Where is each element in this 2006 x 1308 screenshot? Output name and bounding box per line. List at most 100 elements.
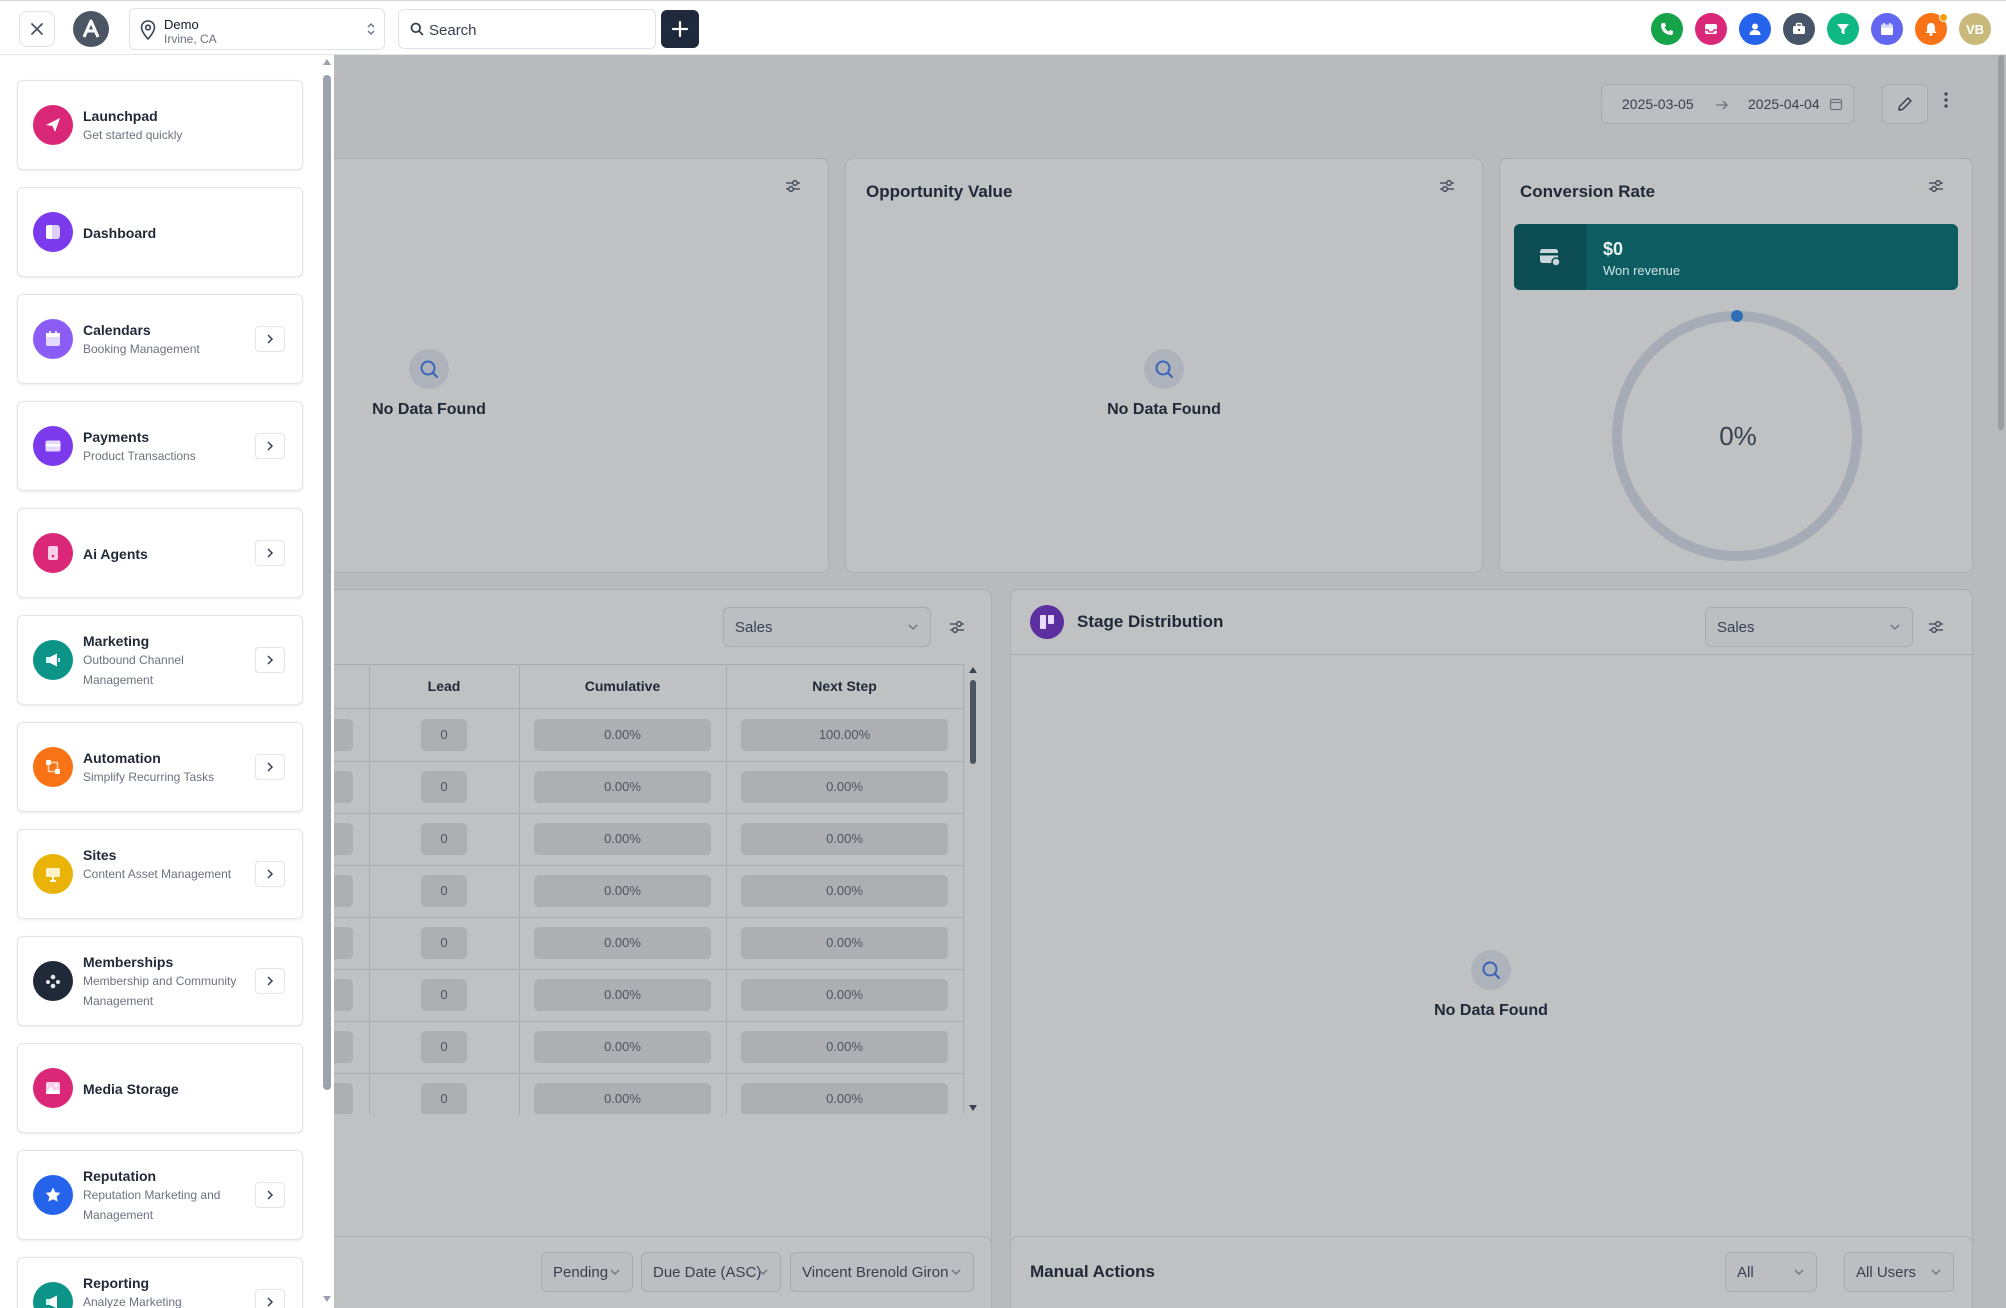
sidebar-item-title: Automation: [83, 750, 161, 766]
sidebar-item-subtitle: Analyze Marketing: [83, 1295, 182, 1308]
table-scrollbar[interactable]: [967, 664, 979, 1114]
sidebar-item-title: Calendars: [83, 322, 151, 338]
filter-settings-icon[interactable]: [949, 620, 965, 634]
filter-settings-icon[interactable]: [1439, 179, 1455, 193]
funnel-button[interactable]: [1827, 13, 1859, 45]
manual-actions-filter-select[interactable]: All: [1725, 1252, 1817, 1292]
phone-button[interactable]: [1651, 13, 1683, 45]
search-input[interactable]: Search: [398, 9, 656, 49]
location-city: Irvine, CA: [164, 32, 217, 46]
contacts-icon: [1749, 23, 1761, 35]
no-data-state: No Data Found: [1391, 950, 1591, 1020]
stage-distribution-card: Stage Distribution Sales No Data Found: [1010, 589, 1974, 1275]
pipeline-select[interactable]: Sales: [723, 607, 931, 647]
manual-actions-user-value: All Users: [1856, 1264, 1917, 1281]
date-to: 2025-04-04: [1748, 96, 1820, 112]
close-icon: [31, 23, 43, 35]
expand-arrow-button[interactable]: [255, 433, 285, 459]
sidebar-item-reporting[interactable]: Reporting Analyze Marketing: [17, 1257, 303, 1308]
notifications-button[interactable]: [1915, 13, 1948, 45]
media-storage-icon: [33, 1068, 73, 1108]
expand-arrow-button[interactable]: [255, 326, 285, 352]
search-icon: [420, 360, 438, 378]
sidebar-item-title: Media Storage: [83, 1081, 179, 1097]
stage-distribution-icon: [1030, 605, 1064, 639]
chevron-right-icon: [267, 869, 274, 879]
expand-arrow-button[interactable]: [255, 647, 285, 673]
expand-arrow-button[interactable]: [255, 1182, 285, 1208]
task-sort-select[interactable]: Due Date (ASC): [641, 1252, 781, 1292]
manual-actions-card: Manual Actions All All Users: [1010, 1236, 1973, 1308]
pipeline-select[interactable]: Sales: [1705, 607, 1913, 647]
pipeline-select-value: Sales: [735, 619, 773, 636]
task-status-select[interactable]: Pending: [541, 1252, 633, 1292]
contacts-button[interactable]: [1739, 13, 1771, 45]
sidebar-scrollbar[interactable]: [320, 55, 334, 1308]
expand-arrow-button[interactable]: [255, 754, 285, 780]
no-data-label: No Data Found: [372, 401, 486, 418]
no-data-label: No Data Found: [1107, 401, 1221, 418]
sidebar-item-media-storage[interactable]: Media Storage: [17, 1043, 303, 1133]
sidebar-item-title: Memberships: [83, 954, 174, 970]
filter-settings-icon[interactable]: [1928, 620, 1944, 634]
sidebar-item-sites[interactable]: Sites Content Asset Management: [17, 829, 303, 919]
sidebar-item-dashboard[interactable]: Dashboard: [17, 187, 303, 277]
more-options-button[interactable]: [1943, 91, 1949, 114]
scroll-down-icon[interactable]: [322, 1295, 332, 1303]
sidebar-item-calendars[interactable]: Calendars Booking Management: [17, 294, 303, 384]
chevron-right-icon: [267, 334, 274, 344]
no-data-state: No Data Found: [1064, 349, 1264, 419]
logo-icon: [82, 19, 100, 38]
scroll-down-icon[interactable]: [968, 1104, 978, 1112]
expand-arrow-button[interactable]: [255, 540, 285, 566]
sidebar-item-launchpad[interactable]: Launchpad Get started quickly: [17, 80, 303, 170]
sidebar-item-subtitle: Get started quickly: [83, 128, 183, 142]
sidebar-item-ai-agents[interactable]: Ai Agents: [17, 508, 303, 598]
edit-dashboard-button[interactable]: [1882, 84, 1928, 124]
expand-arrow-button[interactable]: [255, 968, 285, 994]
no-data-state: No Data Found: [329, 349, 529, 419]
ai-agents-icon: [33, 533, 73, 573]
manual-actions-user-select[interactable]: All Users: [1844, 1252, 1954, 1292]
payments-icon: [33, 426, 73, 466]
location-pin-icon: [140, 20, 156, 40]
page-scrollbar[interactable]: [1996, 55, 2006, 1308]
chevron-right-icon: [267, 976, 274, 986]
expand-arrow-button[interactable]: [255, 861, 285, 887]
sidebar-item-subtitle: Outbound Channel Management: [83, 653, 184, 687]
sidebar-item-subtitle: Booking Management: [83, 342, 200, 356]
gauge-progress-dot: [1731, 310, 1743, 322]
sidebar-item-title: Reputation: [83, 1168, 157, 1184]
expand-arrow-button[interactable]: [255, 1289, 285, 1308]
sidebar-item-subtitle: Content Asset Management: [83, 867, 232, 881]
user-avatar[interactable]: VB: [1959, 13, 1991, 45]
date-range-picker[interactable]: 2025-03-05 2025-04-04: [1601, 84, 1854, 124]
location-switcher[interactable]: Demo Irvine, CA: [129, 8, 385, 50]
inbox-icon: [1705, 24, 1717, 34]
revenue-card-icon: [1540, 249, 1561, 267]
column-header-next-step: Next Step: [812, 678, 877, 694]
close-button[interactable]: [19, 11, 55, 47]
opportunities-button[interactable]: [1783, 13, 1815, 45]
inbox-button[interactable]: [1695, 13, 1727, 45]
filter-settings-icon[interactable]: [1928, 179, 1944, 193]
app-logo[interactable]: [73, 11, 109, 47]
chevron-right-icon: [267, 655, 274, 665]
card-title: Manual Actions: [1030, 1262, 1155, 1281]
no-data-label: No Data Found: [1434, 1002, 1548, 1019]
chevron-right-icon: [267, 441, 274, 451]
card-title: Conversion Rate: [1520, 182, 1656, 201]
sidebar-item-title: Sites: [83, 847, 117, 863]
scroll-up-icon[interactable]: [322, 58, 332, 66]
quick-add-button[interactable]: [661, 10, 699, 48]
sidebar-item-automation[interactable]: Automation Simplify Recurring Tasks: [17, 722, 303, 812]
reporting-icon: [33, 1282, 73, 1308]
sidebar-item-memberships[interactable]: Memberships Membership and Community Man…: [17, 936, 303, 1026]
sidebar-item-reputation[interactable]: Reputation Reputation Marketing and Mana…: [17, 1150, 303, 1240]
filter-settings-icon[interactable]: [785, 179, 801, 193]
scroll-up-icon[interactable]: [968, 666, 978, 674]
calendar-button[interactable]: [1871, 13, 1903, 45]
task-user-select[interactable]: Vincent Brenold Giron: [790, 1252, 974, 1292]
sidebar-item-payments[interactable]: Payments Product Transactions: [17, 401, 303, 491]
sidebar-item-marketing[interactable]: Marketing Outbound Channel Management: [17, 615, 303, 705]
